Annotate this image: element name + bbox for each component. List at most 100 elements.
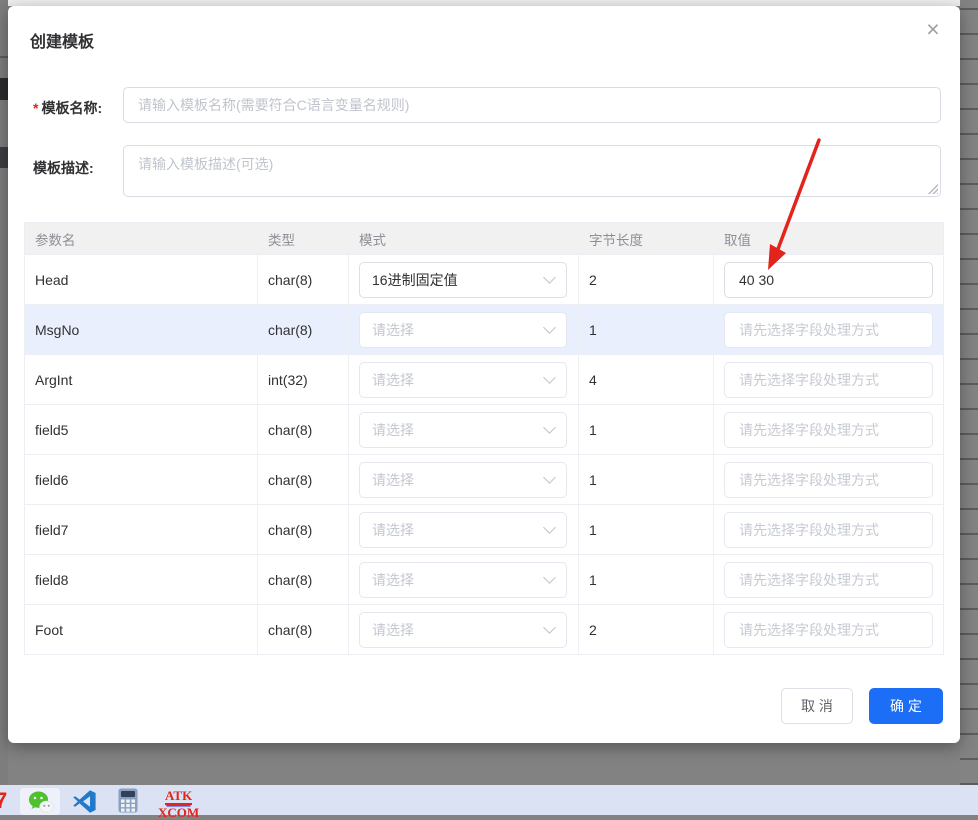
template-desc-label: 模板描述: — [33, 158, 94, 178]
calculator-icon[interactable] — [118, 788, 138, 813]
mode-select[interactable]: 请选择 — [359, 562, 567, 598]
header-mode: 模式 — [349, 229, 579, 249]
mode-select[interactable]: 请选择 — [359, 462, 567, 498]
mode-select[interactable]: 16进制固定值 — [359, 262, 567, 298]
param-mode-cell: 请选择 — [349, 355, 579, 404]
header-type: 类型 — [258, 229, 349, 249]
mode-select-value: 请选择 — [372, 420, 414, 440]
parameter-table-header: 参数名 类型 模式 字节长度 取值 — [25, 223, 943, 254]
chevron-down-icon — [543, 571, 556, 584]
chevron-down-icon — [543, 271, 556, 284]
chevron-down-icon — [543, 521, 556, 534]
template-name-input[interactable] — [123, 87, 941, 123]
param-mode-cell: 请选择 — [349, 405, 579, 454]
param-bytes-cell: 4 — [579, 355, 714, 404]
value-input[interactable] — [724, 512, 933, 548]
vscode-icon[interactable] — [72, 789, 97, 814]
param-row-MsgNo: MsgNochar(8)请选择1 — [25, 304, 943, 354]
header-value: 取值 — [714, 229, 943, 249]
param-value-cell — [714, 305, 943, 354]
param-table-body: Headchar(8)16进制固定值2MsgNochar(8)请选择1ArgIn… — [25, 254, 943, 654]
param-type-cell: char(8) — [258, 255, 349, 304]
mode-select-value: 请选择 — [372, 470, 414, 490]
chevron-down-icon — [543, 621, 556, 634]
value-input[interactable] — [724, 462, 933, 498]
mode-select[interactable]: 请选择 — [359, 362, 567, 398]
param-bytes-cell: 1 — [579, 555, 714, 604]
mode-select-value: 请选择 — [372, 570, 414, 590]
value-input[interactable] — [724, 562, 933, 598]
param-mode-cell: 请选择 — [349, 455, 579, 504]
param-row-Head: Headchar(8) 16进制固定值 2 — [25, 254, 943, 304]
param-name-cell: Foot — [25, 605, 258, 654]
param-mode-cell: 请选择 — [349, 605, 579, 654]
mode-select[interactable]: 请选择 — [359, 412, 567, 448]
param-name-cell: field7 — [25, 505, 258, 554]
value-input[interactable] — [724, 312, 933, 348]
header-param-name: 参数名 — [25, 229, 258, 249]
background-content-line — [0, 56, 8, 58]
calculator-glyph-icon — [118, 788, 138, 813]
param-value-cell — [714, 555, 943, 604]
mode-select-value: 请选择 — [372, 370, 414, 390]
wechat-icon[interactable] — [20, 788, 60, 815]
param-type-cell: int(32) — [258, 355, 349, 404]
param-value-cell — [714, 355, 943, 404]
mode-select-value: 16进制固定值 — [372, 270, 458, 290]
mode-select[interactable]: 请选择 — [359, 312, 567, 348]
mode-select[interactable]: 请选择 — [359, 612, 567, 648]
param-value-cell — [714, 255, 943, 304]
param-bytes-cell: 1 — [579, 455, 714, 504]
param-type-cell: char(8) — [258, 405, 349, 454]
param-row-Foot: Footchar(8)请选择2 — [25, 604, 943, 654]
dimmed-page-right-edge — [960, 0, 978, 785]
required-mark: * — [33, 100, 38, 116]
parameter-table: 参数名 类型 模式 字节长度 取值 Headchar(8)16进制固定值2Msg… — [24, 222, 944, 655]
dialog-title: 创建模板 — [30, 28, 94, 52]
create-template-dialog: 创建模板 × *模板名称: 模板描述: 参数名 类型 模式 字节长度 取值 He… — [8, 6, 960, 743]
chevron-down-icon — [543, 321, 556, 334]
param-name-cell: Head — [25, 255, 258, 304]
template-name-label: *模板名称: — [33, 98, 102, 118]
value-input[interactable] — [724, 412, 933, 448]
cancel-button[interactable]: 取 消 — [781, 688, 853, 724]
param-bytes-cell: 2 — [579, 605, 714, 654]
close-icon[interactable]: × — [920, 16, 946, 42]
param-type-cell: char(8) — [258, 305, 349, 354]
wechat-bubbles-icon — [28, 791, 54, 813]
param-row-field7: field7char(8) 请选择 1 — [25, 504, 943, 554]
param-row-field5: field5char(8)请选择1 — [25, 404, 943, 454]
param-row-field8: field8char(8)请选择1 — [25, 554, 943, 604]
mode-select-value: 请选择 — [372, 520, 414, 540]
atk-label: ATK — [165, 790, 192, 805]
param-bytes-cell: 2 — [579, 255, 714, 304]
param-type-cell: char(8) — [258, 505, 349, 554]
confirm-button[interactable]: 确 定 — [869, 688, 943, 724]
value-input[interactable] — [724, 612, 933, 648]
param-value-cell — [714, 405, 943, 454]
value-input[interactable] — [724, 362, 933, 398]
template-desc-textarea[interactable] — [123, 145, 941, 197]
param-type-cell: char(8) — [258, 555, 349, 604]
chevron-down-icon — [543, 471, 556, 484]
param-mode-cell: 16进制固定值 — [349, 255, 579, 304]
mode-select[interactable]: 请选择 — [359, 512, 567, 548]
taskbar: 7 ATK XCOM — [0, 785, 978, 815]
header-byte-length: 字节长度 — [579, 229, 714, 249]
mode-select-value: 请选择 — [372, 620, 414, 640]
background-content-block — [0, 147, 8, 168]
param-row-ArgInt: ArgIntint(32) 请选择 4 — [25, 354, 943, 404]
param-bytes-cell: 1 — [579, 505, 714, 554]
chevron-down-icon — [543, 421, 556, 434]
param-type-cell: char(8) — [258, 455, 349, 504]
mode-select-value: 请选择 — [372, 320, 414, 340]
param-value-cell — [714, 605, 943, 654]
param-mode-cell: 请选择 — [349, 505, 579, 554]
param-name-cell: field6 — [25, 455, 258, 504]
partial-taskbar-icon[interactable]: 7 — [0, 788, 7, 814]
xcom-label: XCOM — [158, 807, 199, 819]
param-name-cell: ArgInt — [25, 355, 258, 404]
background-content-block — [0, 78, 8, 100]
value-input[interactable] — [724, 262, 933, 298]
param-bytes-cell: 1 — [579, 405, 714, 454]
